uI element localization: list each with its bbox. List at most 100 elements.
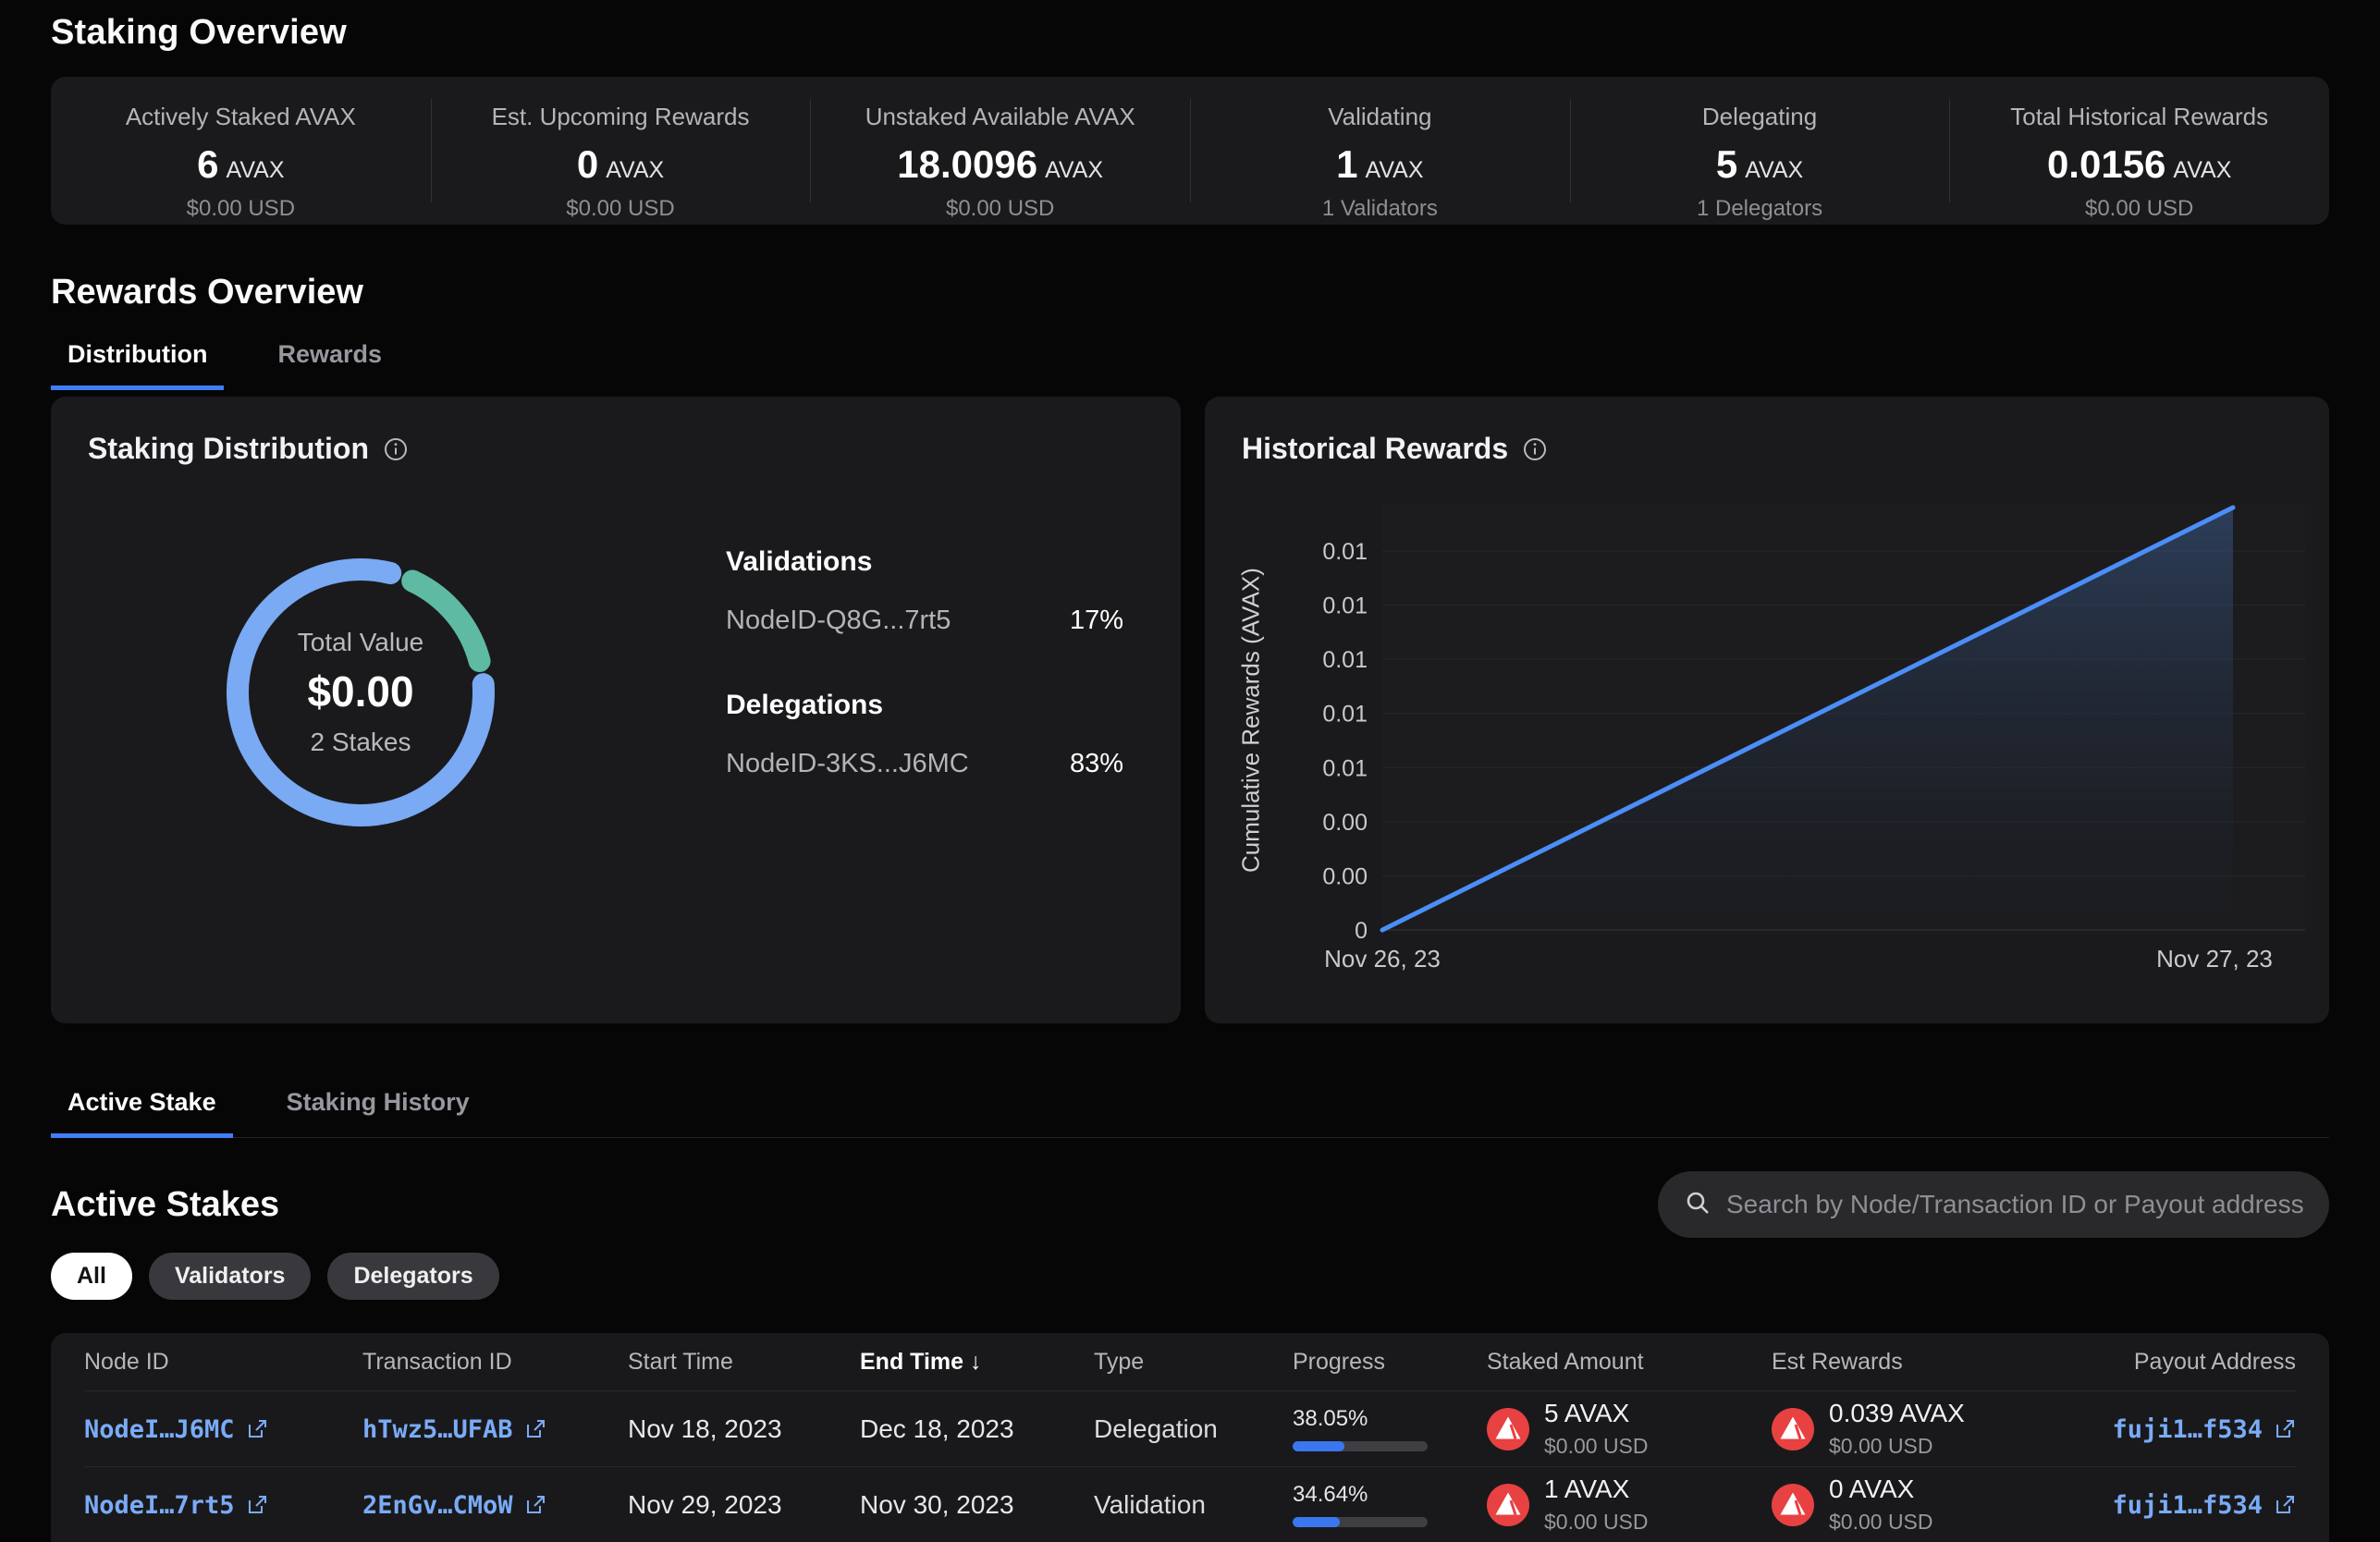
- stat-value: 5: [1716, 142, 1737, 186]
- rewards-overview-title: Rewards Overview: [51, 273, 2329, 312]
- avax-logo-icon: [1772, 1408, 1814, 1450]
- staking-overview-stats: Actively Staked AVAX 6AVAX $0.00 USD Est…: [51, 77, 2329, 225]
- stat-delegating: Delegating 5AVAX 1 Delegators: [1570, 77, 1950, 225]
- delegation-pct: 83%: [1070, 749, 1123, 779]
- stat-sub: $0.00 USD: [810, 196, 1190, 222]
- rewards-usd: $0.00 USD: [1829, 1434, 1965, 1459]
- start-time-cell: Nov 29, 2023: [628, 1490, 860, 1520]
- stat-unit: AVAX: [227, 157, 285, 183]
- stat-label: Total Historical Rewards: [1949, 103, 2329, 131]
- stat-upcoming-rewards: Est. Upcoming Rewards 0AVAX $0.00 USD: [431, 77, 811, 225]
- staked-usd: $0.00 USD: [1544, 1510, 1649, 1535]
- tx-id-link[interactable]: 2EnGv…CMoW: [362, 1491, 546, 1520]
- avax-logo-icon: [1487, 1408, 1529, 1450]
- stake-tabs: Active Stake Staking History: [51, 1081, 2329, 1138]
- validations-heading: Validations: [726, 546, 1123, 578]
- node-id-link[interactable]: NodeI…J6MC: [84, 1415, 268, 1444]
- search-icon: [1684, 1189, 1711, 1221]
- staked-avax: 5 AVAX: [1544, 1399, 1649, 1428]
- col-payout-address[interactable]: Payout Address: [2077, 1349, 2296, 1376]
- type-cell: Validation: [1094, 1490, 1293, 1520]
- validation-pct: 17%: [1070, 606, 1123, 636]
- search-bar[interactable]: [1658, 1171, 2329, 1238]
- progress-cell: 38.05%: [1293, 1406, 1487, 1451]
- stat-unit: AVAX: [1745, 157, 1803, 183]
- stat-sub: $0.00 USD: [51, 196, 431, 222]
- payout-address-link[interactable]: fuji1…f534: [2077, 1491, 2296, 1520]
- tab-rewards[interactable]: Rewards: [261, 333, 399, 390]
- table-header-row: Node ID Transaction ID Start Time End Ti…: [84, 1333, 2296, 1390]
- external-link-icon: [524, 1418, 546, 1440]
- tx-id-link[interactable]: hTwz5…UFAB: [362, 1415, 546, 1444]
- col-node-id[interactable]: Node ID: [84, 1349, 362, 1376]
- col-transaction-id[interactable]: Transaction ID: [362, 1349, 628, 1376]
- stat-value: 1: [1336, 142, 1357, 186]
- staking-distribution-card: Staking Distribution Total Value $0.00 2…: [51, 397, 1181, 1023]
- tab-distribution[interactable]: Distribution: [51, 333, 224, 390]
- est-rewards-cell: 0 AVAX$0.00 USD: [1772, 1475, 2077, 1535]
- active-stakes-header: Active Stakes: [51, 1171, 2329, 1238]
- stat-unstaked-available: Unstaked Available AVAX 18.0096AVAX $0.0…: [810, 77, 1190, 225]
- node-id-link[interactable]: NodeI…7rt5: [84, 1491, 268, 1520]
- external-link-icon: [246, 1494, 268, 1516]
- historical-rewards-chart: 00.000.000.010.010.010.010.01Nov 26, 23N…: [1205, 397, 2329, 1023]
- staking-dashboard: Staking Overview Actively Staked AVAX 6A…: [0, 0, 2380, 1542]
- col-end-time-sorted[interactable]: End Time ↓: [860, 1349, 1094, 1376]
- stat-total-historical-rewards: Total Historical Rewards 0.0156AVAX $0.0…: [1949, 77, 2329, 225]
- progress-label: 34.64%: [1293, 1482, 1487, 1508]
- external-link-icon: [524, 1494, 546, 1516]
- svg-text:0.00: 0.00: [1322, 810, 1368, 836]
- tab-staking-history[interactable]: Staking History: [270, 1081, 486, 1138]
- search-input[interactable]: [1726, 1190, 2303, 1219]
- filter-validators[interactable]: Validators: [149, 1253, 312, 1300]
- col-est-rewards[interactable]: Est Rewards: [1772, 1349, 2077, 1376]
- col-type[interactable]: Type: [1094, 1349, 1293, 1376]
- filter-delegators[interactable]: Delegators: [327, 1253, 498, 1300]
- staked-usd: $0.00 USD: [1544, 1434, 1649, 1459]
- col-progress[interactable]: Progress: [1293, 1349, 1487, 1376]
- stat-unit: AVAX: [1366, 157, 1424, 183]
- sort-down-icon: ↓: [970, 1349, 982, 1375]
- stat-label: Est. Upcoming Rewards: [431, 103, 811, 131]
- staked-amount-cell: 1 AVAX$0.00 USD: [1487, 1475, 1772, 1535]
- tab-active-stake[interactable]: Active Stake: [51, 1081, 233, 1138]
- page-title: Staking Overview: [51, 13, 2329, 53]
- rewards-cards-row: Staking Distribution Total Value $0.00 2…: [51, 397, 2329, 1023]
- type-cell: Delegation: [1094, 1414, 1293, 1444]
- stat-label: Actively Staked AVAX: [51, 103, 431, 131]
- active-stakes-table: Node ID Transaction ID Start Time End Ti…: [51, 1333, 2329, 1542]
- progress-label: 38.05%: [1293, 1406, 1487, 1432]
- active-stakes-title: Active Stakes: [51, 1185, 279, 1225]
- donut-center-value: $0.00: [307, 667, 413, 716]
- svg-text:0.00: 0.00: [1322, 863, 1368, 889]
- svg-text:Nov 27, 23: Nov 27, 23: [2156, 945, 2273, 973]
- donut-center-label: Total Value: [298, 628, 423, 657]
- avax-logo-icon: [1487, 1484, 1529, 1526]
- svg-text:0.01: 0.01: [1322, 702, 1368, 728]
- stat-sub: $0.00 USD: [431, 196, 811, 222]
- stat-value: 0.0156: [2047, 142, 2165, 186]
- svg-text:0.01: 0.01: [1322, 594, 1368, 619]
- external-link-icon: [2274, 1494, 2296, 1516]
- svg-text:0.01: 0.01: [1322, 647, 1368, 673]
- start-time-cell: Nov 18, 2023: [628, 1414, 860, 1444]
- rewards-avax: 0 AVAX: [1829, 1475, 1933, 1504]
- progress-cell: 34.64%: [1293, 1482, 1487, 1527]
- rewards-overview-tabs: Distribution Rewards: [51, 333, 2329, 389]
- delegation-node-id: NodeID-3KS...J6MC: [726, 749, 969, 779]
- end-time-cell: Nov 30, 2023: [860, 1490, 1094, 1520]
- progress-bar: [1293, 1517, 1428, 1527]
- col-staked-amount[interactable]: Staked Amount: [1487, 1349, 1772, 1376]
- stat-value: 0: [577, 142, 598, 186]
- filter-all[interactable]: All: [51, 1253, 132, 1300]
- info-icon[interactable]: [384, 437, 408, 461]
- payout-address-link[interactable]: fuji1…f534: [2077, 1415, 2296, 1444]
- avax-logo-icon: [1772, 1484, 1814, 1526]
- stat-validating: Validating 1AVAX 1 Validators: [1190, 77, 1570, 225]
- donut-center: Total Value $0.00 2 Stakes: [213, 545, 509, 840]
- svg-text:0: 0: [1355, 918, 1368, 944]
- est-rewards-cell: 0.039 AVAX$0.00 USD: [1772, 1399, 2077, 1459]
- stat-unit: AVAX: [2173, 157, 2231, 183]
- table-row: NodeI…J6MC hTwz5…UFAB Nov 18, 2023 Dec 1…: [84, 1390, 2296, 1466]
- col-start-time[interactable]: Start Time: [628, 1349, 860, 1376]
